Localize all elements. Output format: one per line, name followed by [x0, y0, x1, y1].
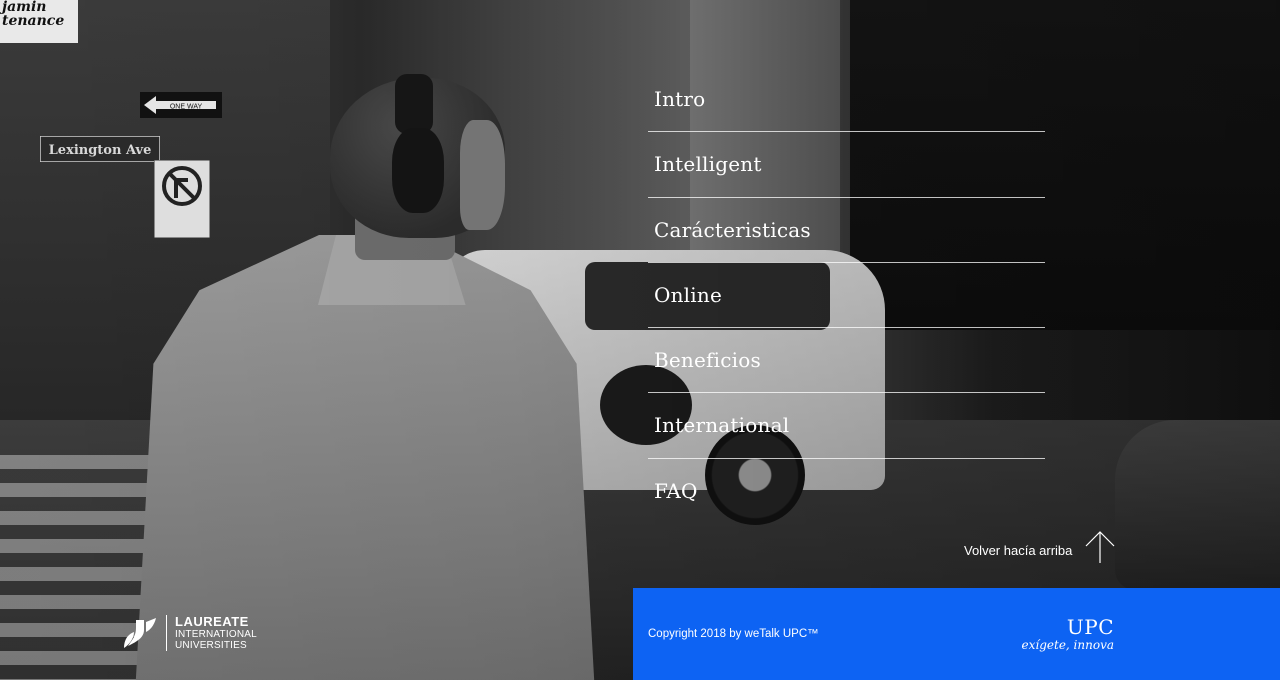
- nav-item-caracteristicas: Carácteristicas: [648, 198, 1045, 263]
- arrow-up-icon: [1085, 531, 1115, 563]
- street-sign-text: Lexington Ave: [49, 143, 152, 158]
- nav-item-intro: Intro: [648, 67, 1045, 133]
- shop-sign-line-2: tenance: [2, 13, 65, 29]
- nav-link-international[interactable]: International: [648, 393, 1045, 437]
- main-nav: Intro Intelligent Carácteristicas Online…: [648, 67, 1045, 524]
- nav-item-online: Online: [648, 263, 1045, 329]
- laureate-line-2: INTERNATIONAL: [175, 629, 257, 640]
- nav-link-caracteristicas[interactable]: Carácteristicas: [648, 198, 1045, 242]
- laureate-line-3: UNIVERSITIES: [175, 640, 247, 651]
- nav-link-intelligent[interactable]: Intelligent: [648, 132, 1045, 176]
- laureate-line-1: LAUREATE: [175, 614, 249, 629]
- upc-logo[interactable]: UPC exígete, innova: [1022, 616, 1115, 652]
- nav-link-intro[interactable]: Intro: [648, 67, 1045, 111]
- shop-sign-line-1: jamin: [2, 0, 47, 15]
- nav-item-intelligent: Intelligent: [648, 132, 1045, 198]
- logo-divider: [166, 615, 167, 651]
- nav-link-beneficios[interactable]: Beneficios: [648, 328, 1045, 372]
- shop-sign: jamin tenance: [0, 0, 78, 43]
- laureate-logo[interactable]: LAUREATE INTERNATIONAL UNIVERSITIES: [122, 615, 257, 651]
- no-turn-sign: [154, 160, 210, 238]
- upc-tagline: exígete, innova: [1021, 638, 1115, 652]
- nav-item-international: International: [648, 393, 1045, 459]
- back-to-top-button[interactable]: Volver hacía arriba: [964, 530, 1116, 564]
- nav-item-faq: FAQ: [648, 459, 1045, 524]
- footer-bar: Copyright 2018 by weTalk UPC™ UPC exíget…: [633, 588, 1280, 680]
- nav-link-online[interactable]: Online: [648, 263, 1045, 307]
- nav-link-faq[interactable]: FAQ: [648, 459, 1045, 503]
- one-way-sign: ONE WAY: [140, 92, 222, 118]
- background-photo: ONE WAY Lexington Ave jamin tenance: [0, 0, 1280, 680]
- laureate-leaf-icon: [124, 618, 156, 648]
- laureate-wordmark: LAUREATE INTERNATIONAL UNIVERSITIES: [175, 614, 257, 652]
- upc-brand: UPC: [1066, 615, 1114, 639]
- street-sign: Lexington Ave: [40, 136, 160, 162]
- nav-item-beneficios: Beneficios: [648, 328, 1045, 394]
- copyright-text: Copyright 2018 by weTalk UPC™: [648, 628, 819, 640]
- one-way-sign-text: ONE WAY: [170, 104, 203, 111]
- back-to-top-label: Volver hacía arriba: [964, 542, 1073, 558]
